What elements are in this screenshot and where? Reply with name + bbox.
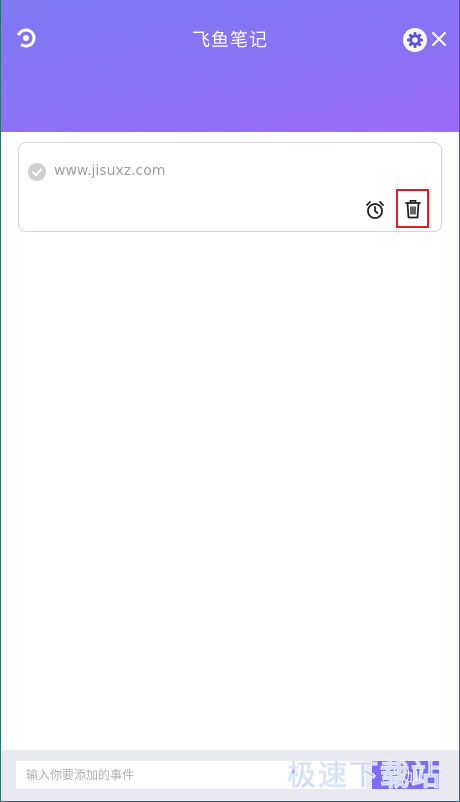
delete-highlight-box <box>396 189 429 228</box>
gear-icon[interactable] <box>402 27 428 53</box>
check-circle-icon[interactable] <box>28 163 46 181</box>
app-window: 飞鱼笔记 www.jisuxz.com 输入你要添加的事件 添加 极速下载站 <box>0 0 460 802</box>
note-text: www.jisuxz.com <box>54 163 166 179</box>
trash-icon[interactable] <box>403 198 423 220</box>
new-task-input[interactable] <box>16 761 366 789</box>
alarm-clock-icon[interactable] <box>364 199 386 221</box>
close-icon[interactable] <box>429 29 449 49</box>
add-button[interactable]: 添加 <box>372 761 439 789</box>
header-bar: 飞鱼笔记 <box>1 0 459 132</box>
note-item[interactable]: www.jisuxz.com <box>18 142 442 232</box>
app-title: 飞鱼笔记 <box>192 30 268 51</box>
footer-bar: 添加 <box>1 750 459 801</box>
